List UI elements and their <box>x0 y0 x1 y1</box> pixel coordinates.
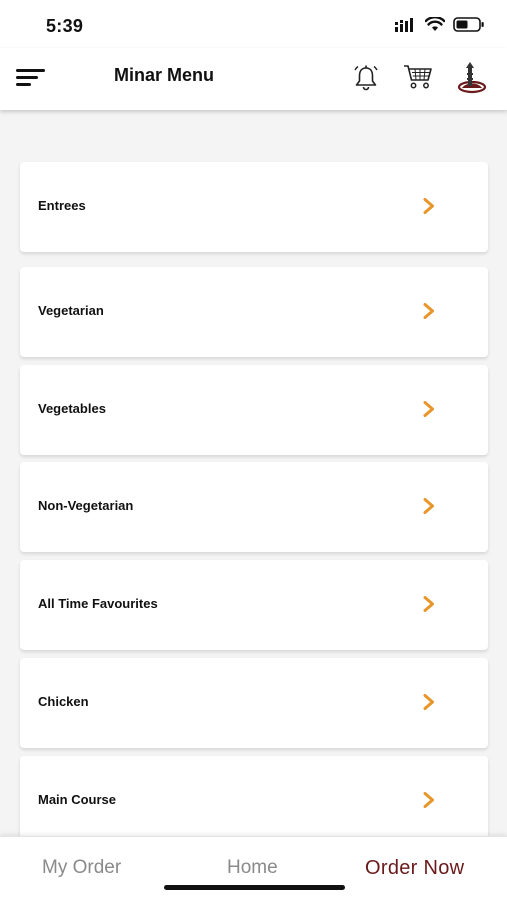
chevron-right-icon <box>423 198 435 219</box>
home-indicator[interactable] <box>164 885 345 890</box>
category-label: Non-Vegetarian <box>38 498 134 513</box>
wifi-icon <box>424 16 446 37</box>
nav-home[interactable]: Home <box>227 857 278 879</box>
category-list: Entrees Vegetarian Vegetables Non-Vegeta… <box>0 110 507 836</box>
category-label: Chicken <box>38 694 89 709</box>
nav-order-now[interactable]: Order Now <box>365 857 464 880</box>
category-label: Entrees <box>38 198 86 213</box>
category-label: Main Course <box>38 792 117 807</box>
category-item-vegetables[interactable]: Vegetables <box>20 365 488 455</box>
nav-my-order[interactable]: My Order <box>42 857 121 879</box>
status-bar: 5:39 <box>0 0 507 48</box>
signal-icon <box>395 17 417 37</box>
chevron-right-icon <box>423 596 435 617</box>
category-item-main-course[interactable]: Main Course <box>20 756 488 836</box>
chevron-right-icon <box>423 792 435 813</box>
chevron-right-icon <box>423 694 435 715</box>
restaurant-logo-icon <box>456 60 488 99</box>
chevron-right-icon <box>423 303 435 324</box>
bottom-nav: My Order Home Order Now <box>0 836 507 900</box>
category-item-all-time-favourites[interactable]: All Time Favourites <box>20 560 488 650</box>
category-item-vegetarian[interactable]: Vegetarian <box>20 267 488 357</box>
status-icons <box>395 16 485 37</box>
chevron-right-icon <box>423 498 435 519</box>
menu-icon[interactable] <box>16 68 46 88</box>
category-label: All Time Favourites <box>38 596 158 611</box>
page-title: Minar Menu <box>114 65 215 85</box>
bell-icon[interactable] <box>352 64 380 97</box>
status-time: 5:39 <box>46 16 84 36</box>
category-label: Vegetables <box>38 401 106 416</box>
category-item-chicken[interactable]: Chicken <box>20 658 488 748</box>
battery-icon <box>453 17 485 37</box>
chevron-right-icon <box>423 401 435 422</box>
category-item-entrees[interactable]: Entrees <box>20 162 488 252</box>
cart-icon[interactable] <box>403 64 433 95</box>
category-label: Vegetarian <box>38 303 104 318</box>
category-item-non-vegetarian[interactable]: Non-Vegetarian <box>20 462 488 552</box>
app-header: Minar Menu <box>0 48 507 110</box>
